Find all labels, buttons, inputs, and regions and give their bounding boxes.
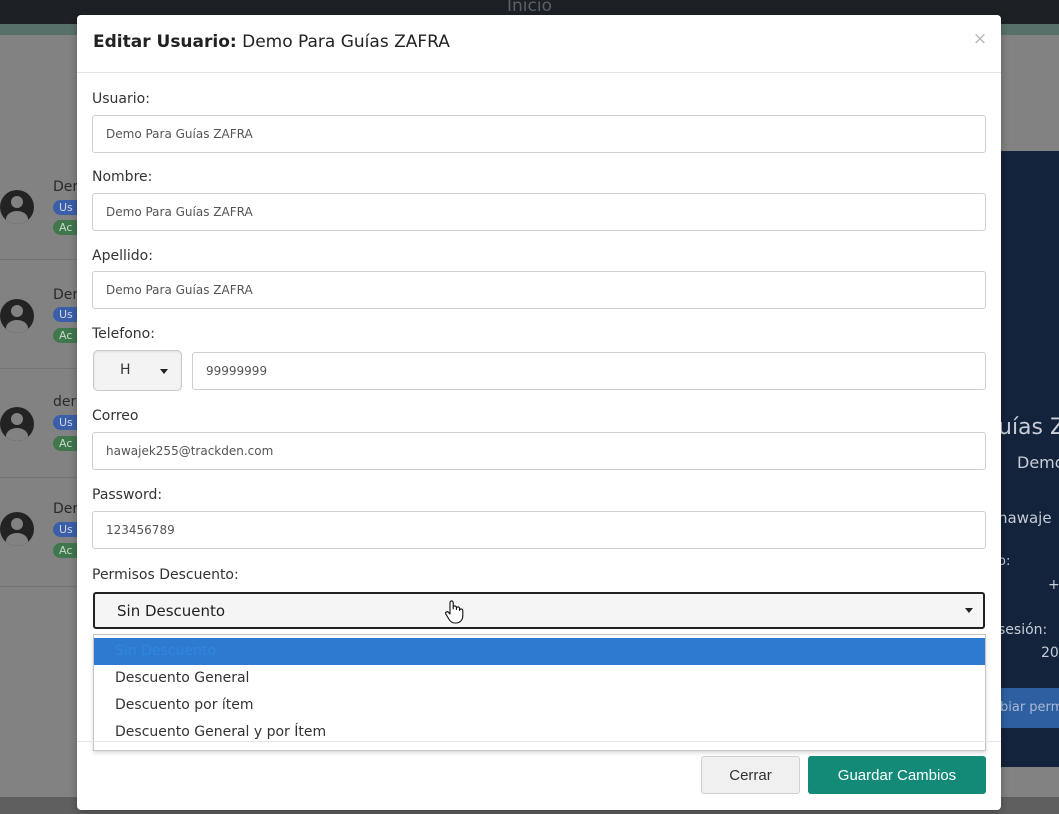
nombre-input[interactable] <box>92 193 986 231</box>
nombre-label: Nombre: <box>92 169 153 185</box>
permisos-select[interactable]: Sin Descuento <box>93 592 985 629</box>
correo-label: Correo <box>92 408 139 424</box>
edit-user-modal: Editar Usuario: Demo Para Guías ZAFRA × … <box>77 15 1001 810</box>
phone-prefix-value: H <box>120 362 131 378</box>
phone-prefix-select[interactable]: H <box>93 350 182 391</box>
user-list-name: Der <box>53 287 79 303</box>
panel-user-name: uías Z <box>998 415 1059 440</box>
dropdown-option[interactable]: Descuento por ítem <box>94 692 985 719</box>
modal-title-name: Demo Para Guías ZAFRA <box>242 32 450 52</box>
save-button[interactable]: Guardar Cambios <box>808 756 986 794</box>
telefono-input[interactable] <box>192 352 986 390</box>
hand-pointer-icon <box>445 600 464 624</box>
telefono-label: Telefono: <box>92 326 155 342</box>
password-input[interactable] <box>92 511 986 549</box>
caret-down-icon <box>160 369 168 374</box>
permisos-dropdown-list: Sin Descuento Descuento General Descuent… <box>93 634 986 751</box>
user-avatar-icon <box>0 407 34 441</box>
modal-title: Editar Usuario: Demo Para Guías ZAFRA <box>93 32 450 52</box>
panel-user-email: hawaje <box>998 509 1052 527</box>
password-label: Password: <box>92 487 163 503</box>
modal-title-prefix: Editar Usuario: <box>93 32 237 52</box>
user-list-item[interactable]: Der Us Ac <box>0 152 93 260</box>
caret-down-icon <box>965 608 973 613</box>
modal-footer-divider <box>77 741 1001 742</box>
user-list-name: der <box>53 394 77 410</box>
apellido-label: Apellido: <box>92 248 153 264</box>
user-detail-panel: uías Z Demo hawaje o: + sesión: 20 <box>998 151 1059 767</box>
panel-phone-value: + <box>1048 577 1059 593</box>
usuario-label: Usuario: <box>92 91 150 107</box>
panel-session-value: 20 <box>1041 645 1059 661</box>
user-list-item[interactable]: Der Us Ac <box>0 479 93 587</box>
user-avatar-icon <box>0 299 34 333</box>
panel-change-permissions-button[interactable]: biar perm <box>998 688 1059 728</box>
permisos-selected-value: Sin Descuento <box>117 602 226 620</box>
permisos-label: Permisos Descuento: <box>92 567 239 583</box>
panel-user-subtitle: Demo <box>1017 453 1059 472</box>
user-list-name: Der <box>53 179 79 195</box>
user-avatar-icon <box>0 190 34 224</box>
apellido-input[interactable] <box>92 271 986 309</box>
close-icon[interactable]: × <box>972 29 988 49</box>
usuario-input[interactable] <box>92 115 986 153</box>
dropdown-option[interactable]: Sin Descuento <box>94 638 985 665</box>
correo-input[interactable] <box>92 432 986 470</box>
dropdown-option[interactable]: Descuento General <box>94 665 985 692</box>
user-list-item[interactable]: Der Us Ac <box>0 261 93 369</box>
cancel-button[interactable]: Cerrar <box>701 756 800 794</box>
user-avatar-icon <box>0 512 34 546</box>
user-list-name: Der <box>53 501 79 517</box>
app-topbar-title: Inicio <box>507 0 552 16</box>
modal-header: Editar Usuario: Demo Para Guías ZAFRA × <box>77 15 1001 73</box>
user-list-item[interactable]: der Us Ac <box>0 370 93 478</box>
user-list: Der Us Ac Der Us Ac der Us Ac Der Us Ac <box>0 152 93 592</box>
panel-session-label: sesión: <box>998 622 1048 638</box>
